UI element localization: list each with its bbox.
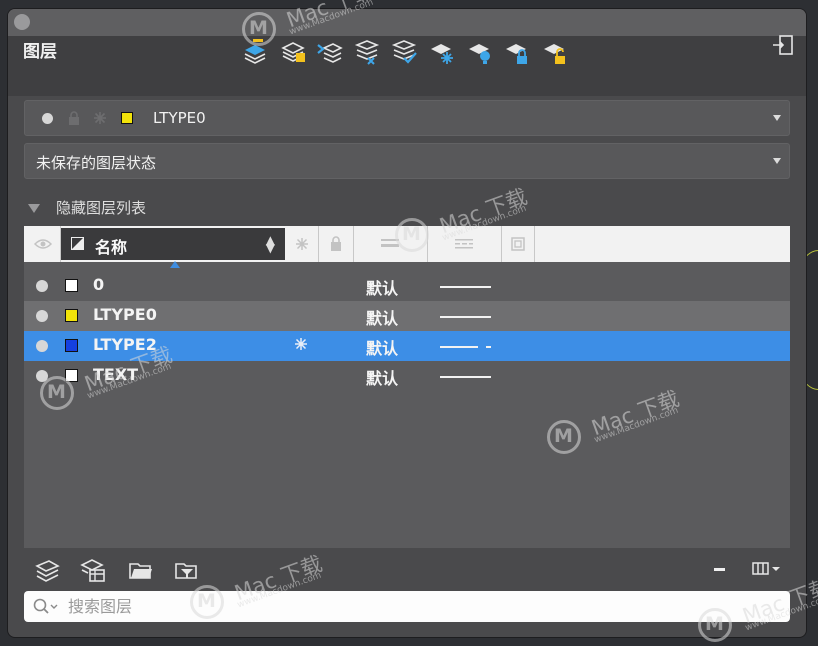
layer-filter-toggle-label: 隐藏图层列表 <box>56 199 147 217</box>
column-visibility[interactable] <box>24 226 61 262</box>
layer-filter-icon[interactable] <box>34 558 60 582</box>
layer-linetype[interactable]: 默认 <box>366 365 398 389</box>
column-linetype[interactable] <box>354 226 428 262</box>
lineweight-icon <box>455 239 473 249</box>
layer-color-column-icon <box>71 237 84 250</box>
sort-arrows-icon: ▲ ▼ <box>265 233 275 255</box>
visibility-toggle[interactable] <box>36 280 48 292</box>
triangle-down-icon <box>28 204 40 213</box>
eye-icon <box>34 239 52 249</box>
layer-color-swatch[interactable] <box>65 339 78 352</box>
sort-indicator-icon <box>170 261 180 268</box>
layer-name[interactable]: 0 <box>93 275 104 294</box>
freeze-all-icon[interactable] <box>429 39 455 65</box>
panel-title: 图层 <box>23 42 57 62</box>
column-header: 名称 ▲ ▼ <box>24 226 790 262</box>
layer-state-dropdown[interactable]: 未保存的图层状态 <box>24 143 790 179</box>
visibility-toggle[interactable] <box>36 370 48 382</box>
lineweight-sample[interactable] <box>440 286 491 288</box>
layer-name[interactable]: LTYPE0 <box>93 305 157 324</box>
chevron-down-icon <box>773 158 781 164</box>
set-current-icon[interactable] <box>391 39 417 65</box>
folder-icon[interactable] <box>128 558 154 582</box>
layer-linetype[interactable]: 默认 <box>366 335 398 359</box>
lineweight-sample[interactable] <box>440 346 478 348</box>
column-lock[interactable] <box>319 226 354 262</box>
visibility-toggle[interactable] <box>36 340 48 352</box>
bottom-toolbar <box>8 550 806 590</box>
layer-search-box[interactable] <box>24 591 790 622</box>
lock-icon <box>68 111 80 129</box>
thaw-all-icon[interactable] <box>467 39 493 65</box>
layer-linetype[interactable]: 默认 <box>366 275 398 299</box>
column-name-label: 名称 <box>95 238 128 257</box>
current-layer-dropdown[interactable]: LTYPE0 <box>24 100 790 136</box>
layer-manager-icon[interactable] <box>80 558 106 582</box>
freeze-icon <box>296 238 308 250</box>
collapse-button[interactable] <box>714 568 725 571</box>
visibility-dot-icon <box>42 113 53 124</box>
layer-name[interactable]: TEXT <box>93 365 138 384</box>
search-input[interactable] <box>68 594 768 619</box>
layer-color-swatch[interactable] <box>65 369 78 382</box>
lineweight-sample[interactable] <box>440 316 491 318</box>
visibility-toggle[interactable] <box>36 310 48 322</box>
current-layer-name: LTYPE0 <box>153 109 206 127</box>
new-layer-icon[interactable] <box>242 39 268 65</box>
layer-color-swatch <box>121 112 133 124</box>
freeze-icon[interactable] <box>294 336 308 355</box>
new-layer-vp-frozen-icon[interactable] <box>280 39 306 65</box>
layer-state-label: 未保存的图层状态 <box>36 154 157 172</box>
layer-merge-icon[interactable] <box>317 39 343 65</box>
layer-list: 名称 ▲ ▼ 0 默认 LTYPE0 默认 LTYPE2 默认 TEXT 默认 <box>24 226 790 548</box>
dock-icon[interactable] <box>772 34 794 56</box>
unlock-all-icon[interactable] <box>542 39 568 65</box>
layer-row[interactable]: 0 默认 <box>24 271 790 301</box>
lock-icon <box>331 236 341 251</box>
layer-color-swatch[interactable] <box>65 279 78 292</box>
close-button[interactable] <box>14 14 30 30</box>
title-bar <box>8 9 806 36</box>
columns-menu-button[interactable] <box>752 561 782 581</box>
layer-delete-icon[interactable] <box>354 39 380 65</box>
layer-filter-toggle[interactable]: 隐藏图层列表 <box>28 197 146 218</box>
column-lineweight[interactable] <box>428 226 502 262</box>
lineweight-sample[interactable] <box>440 376 491 378</box>
folder-filter-icon[interactable] <box>174 558 200 582</box>
layer-row[interactable]: LTYPE2 默认 <box>24 331 790 361</box>
linetype-icon <box>381 239 399 247</box>
freeze-icon <box>93 111 107 129</box>
chevron-down-icon <box>773 115 781 121</box>
layer-linetype[interactable]: 默认 <box>366 305 398 329</box>
lock-all-icon[interactable] <box>504 39 530 65</box>
layer-color-swatch[interactable] <box>65 309 78 322</box>
column-freeze[interactable] <box>286 226 319 262</box>
column-plot[interactable] <box>502 226 535 262</box>
column-name[interactable]: 名称 ▲ ▼ <box>61 228 285 260</box>
layer-row[interactable]: LTYPE0 默认 <box>24 301 790 331</box>
plot-icon <box>511 237 525 251</box>
layer-name[interactable]: LTYPE2 <box>93 335 157 354</box>
search-icon <box>33 598 59 619</box>
lineweight-sample[interactable] <box>486 346 491 348</box>
layers-panel: 图层 LTYPE0 未保存的图层状态 隐藏图层列表 名称 ▲ ▼ 0 默认 LT… <box>8 9 806 637</box>
layer-row[interactable]: TEXT 默认 <box>24 361 790 391</box>
